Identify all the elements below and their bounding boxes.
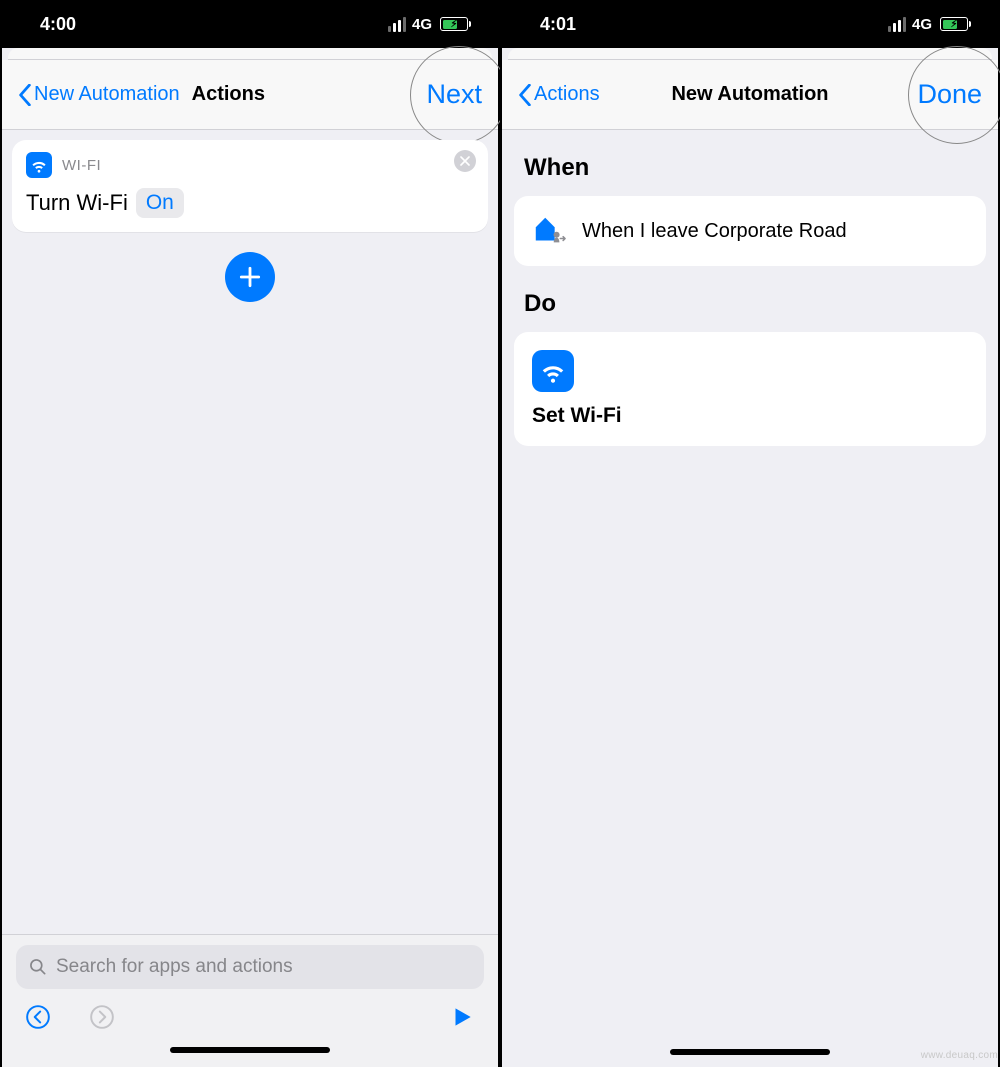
chevron-left-icon (518, 84, 532, 106)
redo-icon (89, 1004, 115, 1030)
remove-action-button[interactable] (454, 150, 476, 172)
leave-location-icon (532, 214, 566, 248)
content-left: WI-FI Turn Wi-Fi On (2, 130, 498, 1067)
watermark: www.deuaq.com (921, 1050, 998, 1061)
status-time: 4:01 (540, 14, 576, 35)
status-right: 4G ⚡︎ (388, 16, 468, 33)
search-icon (28, 957, 48, 977)
network-label: 4G (412, 16, 432, 33)
screen-right: 4:01 4G ⚡︎ Actions New Automation Done (502, 0, 998, 1067)
toolbar (16, 989, 484, 1033)
search-input[interactable]: Search for apps and actions (16, 945, 484, 989)
status-time: 4:00 (40, 14, 76, 35)
search-placeholder: Search for apps and actions (56, 956, 293, 978)
home-indicator (170, 1047, 330, 1053)
wifi-icon (532, 350, 574, 392)
back-button[interactable]: New Automation (18, 83, 180, 106)
content-right: When When I leave Corporate Road Do (502, 130, 998, 1067)
home-indicator (670, 1049, 830, 1055)
plus-icon (237, 264, 263, 290)
undo-icon (25, 1004, 51, 1030)
screen-left: 4:00 4G ⚡︎ New Automation Actions Nex (2, 0, 498, 1067)
back-button[interactable]: Actions (518, 83, 600, 106)
play-icon (449, 1004, 475, 1030)
sheet-peek (508, 48, 992, 60)
phone-left: 4:00 4G ⚡︎ New Automation Actions Nex (0, 0, 500, 1067)
run-button[interactable] (448, 1003, 476, 1031)
when-row[interactable]: When I leave Corporate Road (514, 196, 986, 266)
sheet-peek (8, 48, 492, 60)
status-bar: 4:00 4G ⚡︎ (2, 0, 498, 48)
undo-button[interactable] (24, 1003, 52, 1031)
status-bar: 4:01 4G ⚡︎ (502, 0, 998, 48)
do-card[interactable]: Set Wi-Fi (514, 332, 986, 446)
action-body: Turn Wi-Fi On (26, 188, 474, 218)
nav-title: Actions (192, 83, 265, 106)
network-label: 4G (912, 16, 932, 33)
action-parameter[interactable]: On (136, 188, 184, 218)
back-label: New Automation (34, 83, 180, 106)
do-text: Set Wi-Fi (532, 404, 968, 428)
chevron-left-icon (18, 84, 32, 106)
action-header: WI-FI (26, 152, 474, 178)
action-category: WI-FI (62, 157, 101, 174)
phone-right: 4:01 4G ⚡︎ Actions New Automation Done (500, 0, 1000, 1067)
nav-bar: Actions New Automation Done (502, 60, 998, 130)
redo-button[interactable] (88, 1003, 116, 1031)
do-header: Do (524, 290, 988, 318)
action-text: Turn Wi-Fi (26, 190, 128, 216)
wifi-icon (26, 152, 52, 178)
done-button[interactable]: Done (917, 79, 982, 110)
next-button[interactable]: Next (426, 79, 482, 110)
add-action-button[interactable] (225, 252, 275, 302)
battery-icon: ⚡︎ (440, 17, 468, 31)
signal-icon (388, 17, 406, 32)
status-right: 4G ⚡︎ (888, 16, 968, 33)
when-text: When I leave Corporate Road (582, 220, 847, 243)
action-card[interactable]: WI-FI Turn Wi-Fi On (12, 140, 488, 232)
when-header: When (524, 154, 988, 182)
battery-icon: ⚡︎ (940, 17, 968, 31)
close-icon (460, 156, 470, 166)
bottom-panel: Search for apps and actions (2, 934, 498, 1067)
signal-icon (888, 17, 906, 32)
nav-bar: New Automation Actions Next (2, 60, 498, 130)
back-label: Actions (534, 83, 600, 106)
